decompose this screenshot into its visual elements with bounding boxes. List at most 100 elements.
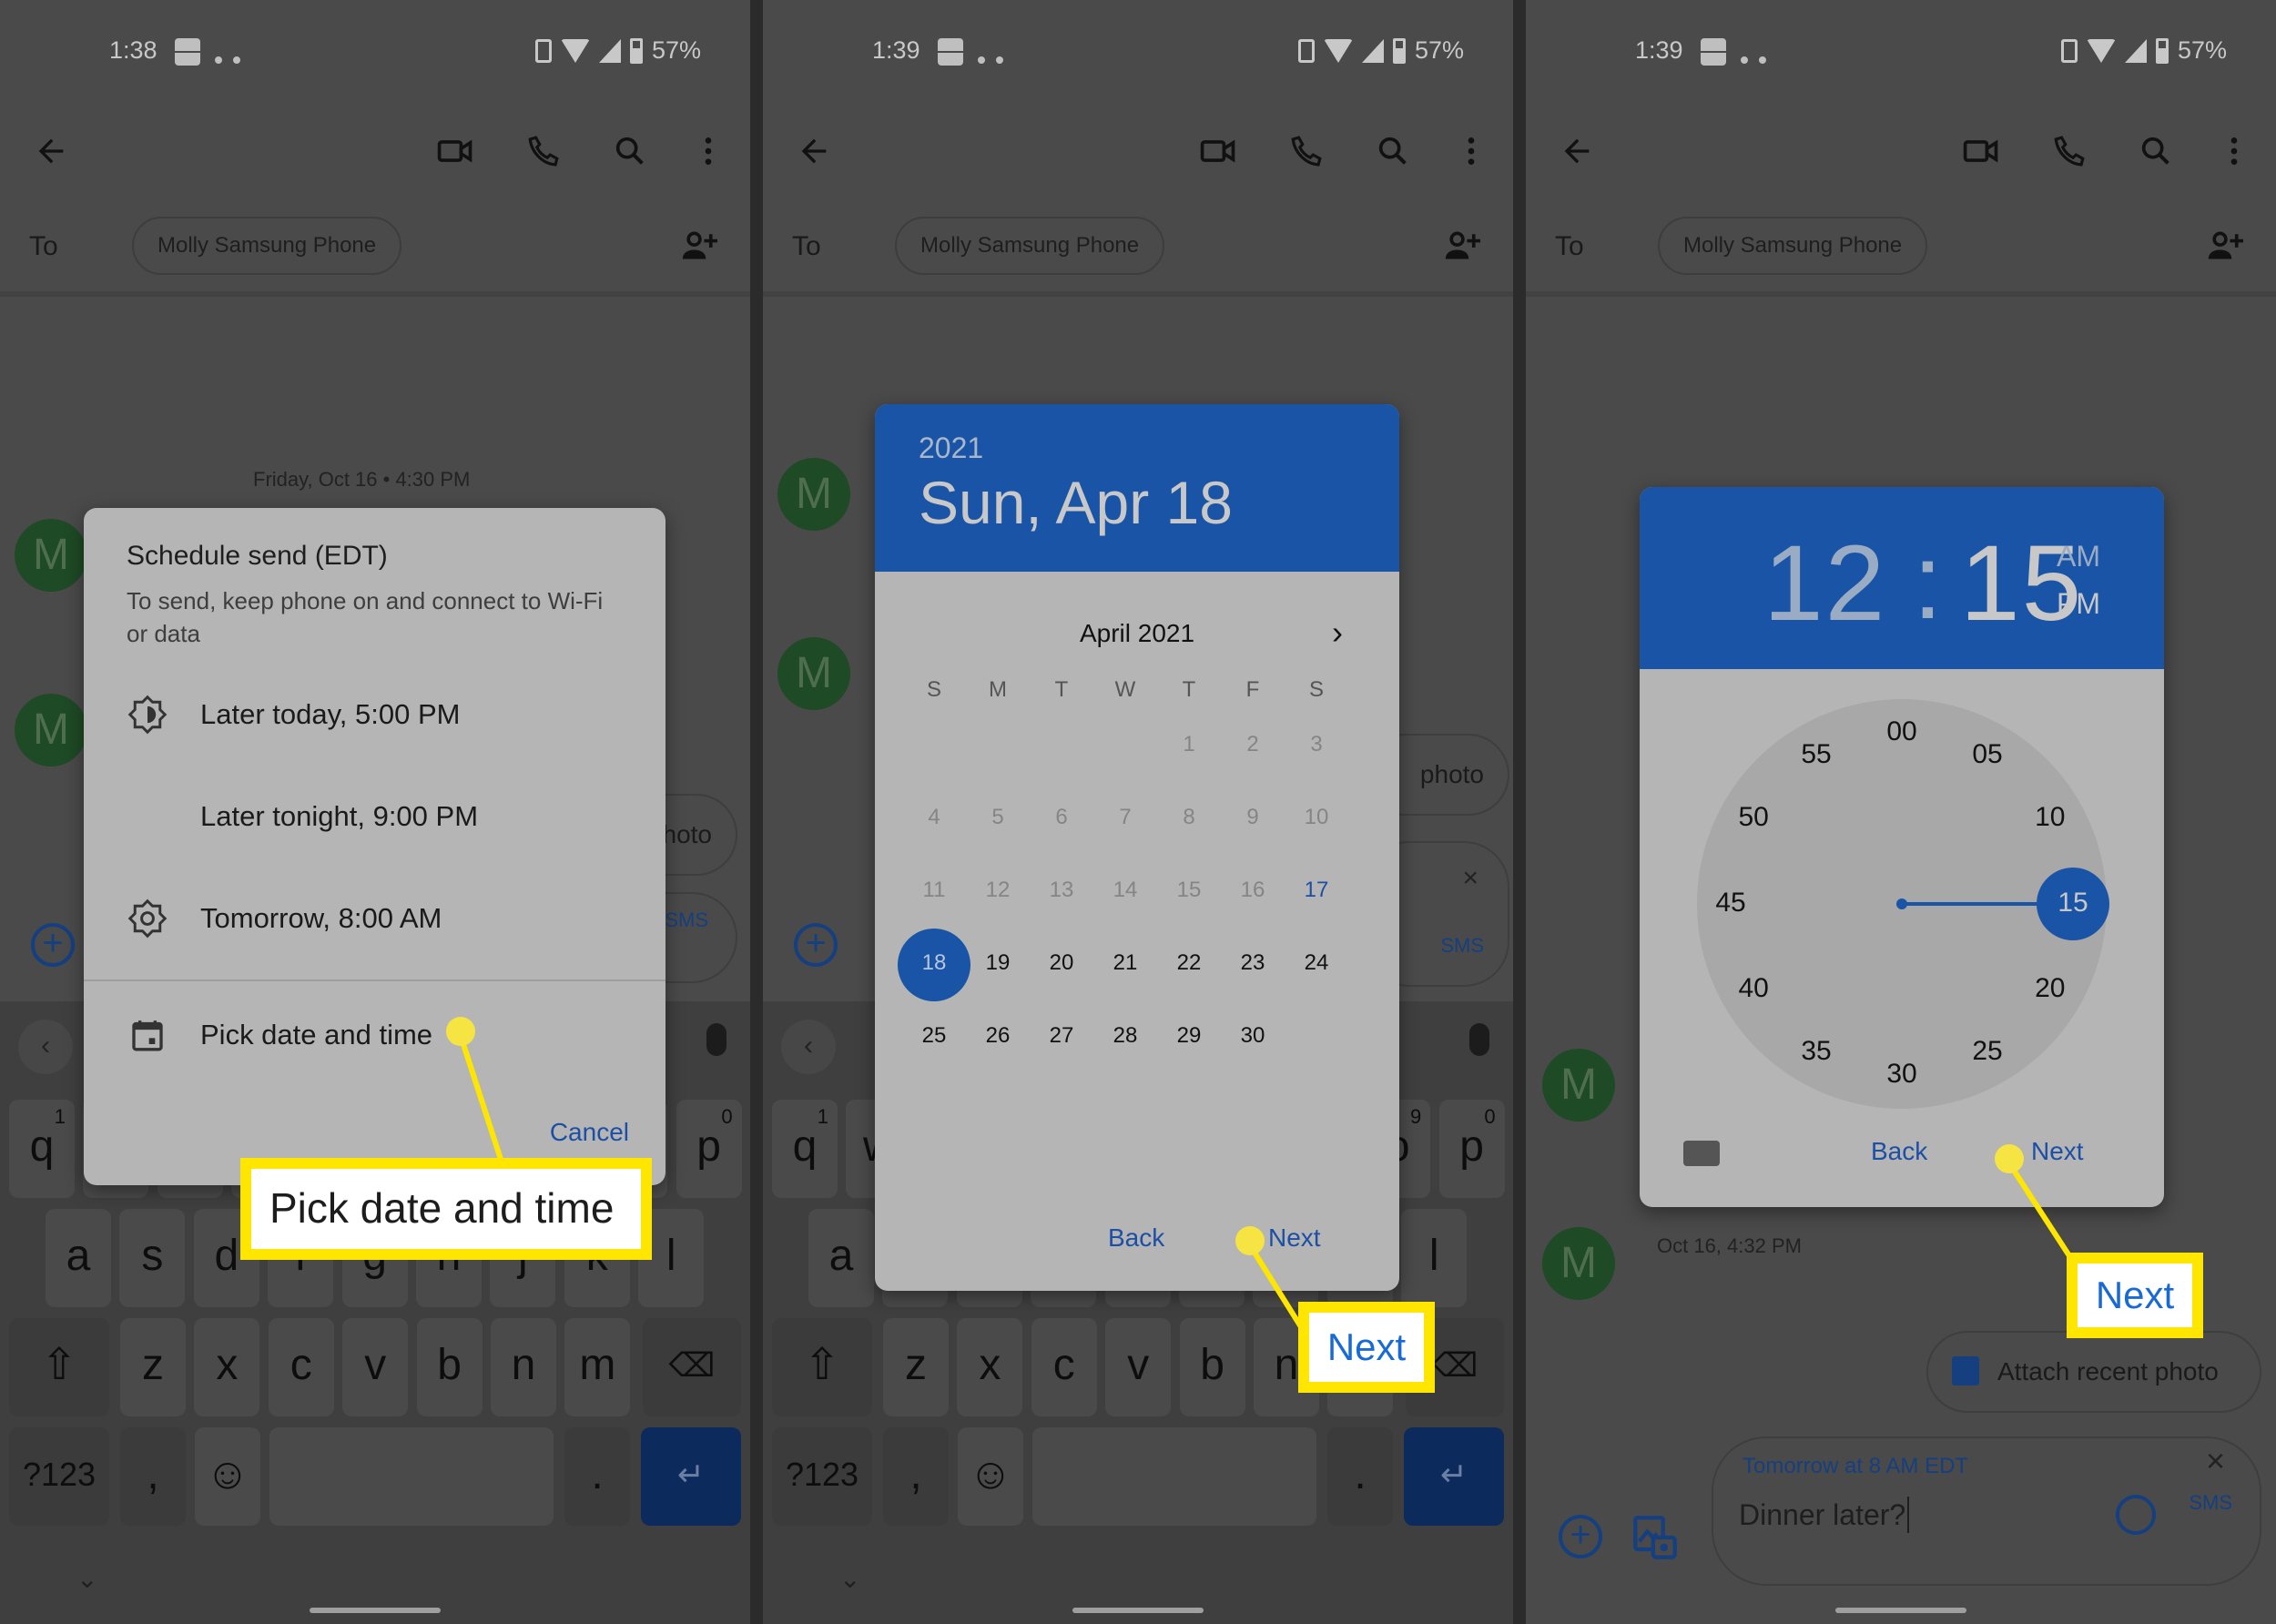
option-pick-date-time[interactable]: Pick date and time (84, 994, 666, 1076)
add-attachment-icon[interactable]: + (31, 923, 75, 967)
back-button[interactable]: Back (1871, 1137, 1927, 1166)
recipient-chip[interactable]: Molly Samsung Phone (1658, 217, 1928, 275)
video-call-icon[interactable] (1191, 124, 1245, 178)
calendar-day[interactable]: 22 (1157, 950, 1221, 976)
microphone-icon[interactable] (706, 1023, 726, 1056)
dial-minute-label[interactable]: 15 (2046, 888, 2100, 919)
cancel-button[interactable]: Cancel (550, 1118, 629, 1147)
dial-minute-label[interactable]: 25 (1960, 1036, 2015, 1067)
calendar-day[interactable]: 20 (1030, 950, 1093, 976)
dial-minute-label[interactable]: 30 (1875, 1059, 1929, 1090)
dial-minute-label[interactable]: 10 (2023, 802, 2078, 833)
video-call-icon[interactable] (428, 124, 483, 178)
calendar-day-selected[interactable]: 18 (898, 929, 970, 1001)
phone-icon[interactable] (517, 124, 572, 178)
key-b[interactable]: b (1179, 1318, 1245, 1416)
video-call-icon[interactable] (1954, 124, 2008, 178)
option-later-today[interactable]: Later today, 5:00 PM (84, 674, 666, 756)
emoji-icon[interactable] (2116, 1495, 2156, 1535)
dial-minute-label[interactable]: 45 (1703, 888, 1758, 919)
add-person-icon[interactable] (2205, 228, 2245, 264)
symbols-key[interactable]: ?123 (772, 1427, 872, 1526)
more-vert-icon[interactable] (2207, 124, 2261, 178)
dial-minute-label[interactable]: 00 (1875, 716, 1929, 747)
scheduled-time-banner[interactable]: Tomorrow at 8 AM EDT (1743, 1427, 1968, 1506)
key-l[interactable]: l (1401, 1209, 1468, 1307)
key-c[interactable]: c (268, 1318, 334, 1416)
contact-avatar[interactable]: M (15, 519, 87, 592)
calendar-day[interactable]: 24 (1285, 950, 1348, 976)
keyboard-back-icon[interactable]: ‹ (18, 1020, 73, 1074)
minute-dial[interactable]: 00 05 10 15 20 25 30 35 40 45 50 55 (1697, 699, 2109, 1109)
hide-keyboard-icon[interactable]: ⌄ (839, 1564, 860, 1594)
option-tomorrow[interactable]: Tomorrow, 8:00 AM (84, 878, 666, 959)
symbols-key[interactable]: ?123 (9, 1427, 109, 1526)
enter-key[interactable]: ↵ (1404, 1427, 1504, 1526)
contact-avatar[interactable]: M (1542, 1049, 1615, 1122)
key-z[interactable]: z (883, 1318, 949, 1416)
key-a[interactable]: a (46, 1209, 111, 1307)
send-sms-label[interactable]: SMS (2189, 1493, 2232, 1513)
dial-minute-label[interactable]: 40 (1726, 973, 1781, 1004)
key-v[interactable]: v (1105, 1318, 1172, 1416)
shift-key[interactable]: ⇧ (9, 1318, 109, 1416)
add-person-icon[interactable] (679, 228, 719, 264)
key-a[interactable]: a (808, 1209, 874, 1307)
pm-toggle[interactable]: PM (2057, 587, 2100, 621)
gallery-camera-icon[interactable] (1631, 1513, 1679, 1562)
key-v[interactable]: v (342, 1318, 409, 1416)
next-button[interactable]: Next (1268, 1223, 1321, 1253)
comma-key[interactable]: , (883, 1427, 949, 1526)
calendar-day[interactable]: 27 (1030, 1023, 1093, 1049)
add-attachment-icon[interactable]: + (1559, 1515, 1602, 1558)
dial-minute-label[interactable]: 20 (2023, 973, 2078, 1004)
key-z[interactable]: z (120, 1318, 186, 1416)
more-vert-icon[interactable] (1444, 124, 1499, 178)
back-arrow-icon[interactable] (24, 124, 78, 178)
dial-minute-label[interactable]: 35 (1789, 1036, 1844, 1067)
calendar-day[interactable]: 23 (1221, 950, 1285, 976)
clear-schedule-close-icon[interactable]: × (2206, 1422, 2225, 1500)
search-icon[interactable] (1366, 124, 1420, 178)
period-key[interactable]: . (1327, 1427, 1393, 1526)
contact-avatar[interactable]: M (15, 694, 87, 766)
phone-icon[interactable] (2043, 124, 2098, 178)
calendar-day[interactable]: 29 (1157, 1023, 1221, 1049)
home-indicator[interactable] (1072, 1608, 1204, 1613)
selected-hour[interactable]: 12 (1763, 522, 1886, 645)
keyboard-back-icon[interactable]: ‹ (781, 1020, 836, 1074)
calendar-day[interactable]: 30 (1221, 1023, 1285, 1049)
keyboard-input-icon[interactable] (1683, 1141, 1720, 1166)
key-x[interactable]: x (957, 1318, 1023, 1416)
message-input[interactable]: Dinner later? (1739, 1497, 1910, 1533)
home-indicator[interactable] (1835, 1608, 1966, 1613)
key-c[interactable]: c (1031, 1318, 1097, 1416)
compose-box[interactable]: Tomorrow at 8 AM EDT × Dinner later? SMS (1712, 1436, 2261, 1586)
key-q[interactable]: q1 (9, 1100, 75, 1198)
key-x[interactable]: x (194, 1318, 260, 1416)
contact-avatar[interactable]: M (777, 458, 850, 531)
search-icon[interactable] (603, 124, 657, 178)
contact-avatar[interactable]: M (1542, 1227, 1615, 1300)
selected-year[interactable]: 2021 (919, 431, 983, 465)
recipient-chip[interactable]: Molly Samsung Phone (132, 217, 402, 275)
period-key[interactable]: . (564, 1427, 630, 1526)
spacebar[interactable] (1032, 1427, 1316, 1526)
enter-key[interactable]: ↵ (641, 1427, 741, 1526)
contact-avatar[interactable]: M (777, 637, 850, 710)
phone-icon[interactable] (1280, 124, 1335, 178)
calendar-day[interactable]: 17 (1285, 878, 1348, 903)
key-p[interactable]: p0 (676, 1100, 742, 1198)
back-arrow-icon[interactable] (1550, 124, 1604, 178)
dial-minute-label[interactable]: 55 (1789, 739, 1844, 770)
option-later-tonight[interactable]: Later tonight, 9:00 PM (84, 776, 666, 858)
add-person-icon[interactable] (1442, 228, 1482, 264)
next-button[interactable]: Next (2031, 1137, 2084, 1166)
microphone-icon[interactable] (1469, 1023, 1489, 1056)
backspace-key[interactable]: ⌫ (643, 1318, 741, 1416)
attach-recent-photo-chip[interactable]: Attach recent photo (1926, 1331, 2261, 1413)
dial-minute-label[interactable]: 50 (1726, 802, 1781, 833)
more-vert-icon[interactable] (681, 124, 736, 178)
key-p[interactable]: p0 (1438, 1100, 1505, 1198)
comma-key[interactable]: , (120, 1427, 186, 1526)
